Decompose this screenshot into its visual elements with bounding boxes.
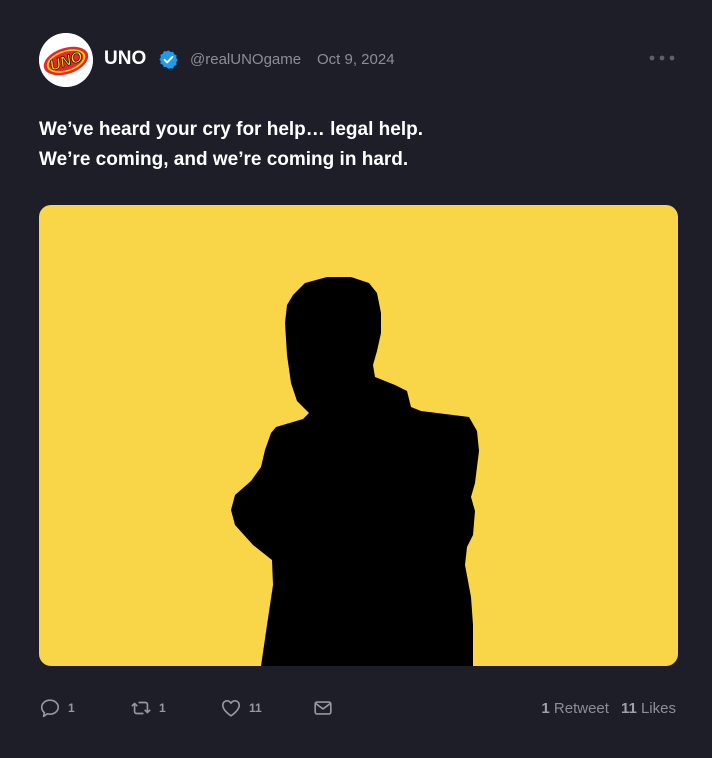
verified-badge-icon <box>158 49 179 70</box>
like-count: 11 <box>249 701 262 715</box>
likes-value: 11 <box>620 700 637 717</box>
tweet-line-1: We’ve heard your cry for help… legal hel… <box>39 119 423 140</box>
reply-icon <box>40 699 60 718</box>
retweets-value: 1 <box>541 700 550 717</box>
reply-count: 1 <box>68 701 75 715</box>
likes-label[interactable]: Likes <box>641 700 676 717</box>
silhouette-image <box>231 277 479 666</box>
retweet-count: 1 <box>159 701 166 715</box>
engagement-stats: 1 Retweet 11 Likes <box>541 700 676 717</box>
tweet-media[interactable] <box>39 205 678 666</box>
like-button[interactable]: 11 <box>220 695 262 721</box>
tweet-line-2: We’re coming, and we’re coming in hard. <box>39 149 409 170</box>
like-icon <box>221 700 241 717</box>
uno-logo: UNO <box>39 33 93 87</box>
more-options-icon[interactable] <box>647 50 679 66</box>
account-handle[interactable]: @realUNOgame <box>190 51 301 69</box>
share-button[interactable] <box>312 695 334 721</box>
retweets-label[interactable]: Retweet <box>554 700 609 717</box>
tweet-card: UNO UNO @realUNOgame Oct 9, 2024 We’ve h… <box>0 0 712 758</box>
share-mail-icon <box>314 701 332 715</box>
avatar[interactable]: UNO <box>39 33 93 87</box>
reply-button[interactable]: 1 <box>39 695 75 721</box>
account-name[interactable]: UNO <box>104 48 146 70</box>
tweet-date[interactable]: Oct 9, 2024 <box>317 51 395 69</box>
tweet-text: We’ve heard your cry for help… legal hel… <box>39 115 679 175</box>
retweet-icon <box>131 701 151 715</box>
retweet-button[interactable]: 1 <box>130 695 166 721</box>
